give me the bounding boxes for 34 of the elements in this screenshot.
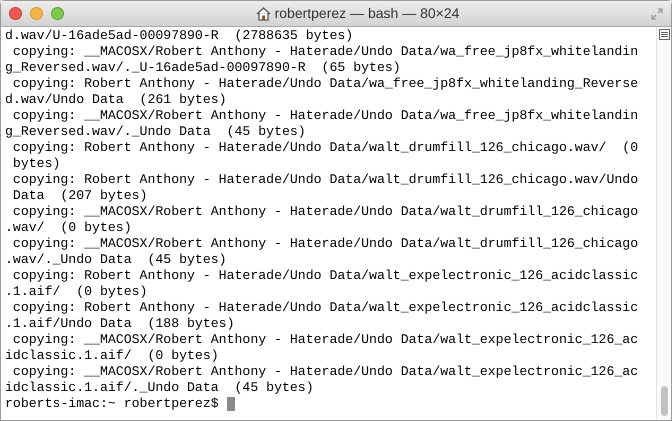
fullscreen-icon[interactable]: [651, 8, 663, 20]
output-line: copying: Robert Anthony - Haterade/Undo Data/walt_drumfill_126_chicago.wav/Undo: [12, 172, 638, 188]
shell-prompt: roberts-imac:~ robertperez$: [5, 396, 219, 412]
output-line: copying: __MACOSX/Robert Anthony - Haterade/Undo Data/walt_expelectronic_126_ac: [12, 364, 638, 380]
window-title: robertperez — bash — 80×24: [274, 4, 460, 23]
zoom-button[interactable]: [51, 7, 64, 20]
output-line: d.wav/Undo Data (261 bytes): [5, 92, 227, 108]
output-line: copying: __MACOSX/Robert Anthony - Haterade/Undo Data/wa_free_jp8fx_whitelandin: [12, 108, 638, 124]
output-line: bytes): [12, 156, 60, 172]
output-line: .1.aif/ (0 bytes): [5, 284, 148, 300]
close-button[interactable]: [9, 7, 22, 20]
scrollbar[interactable]: [656, 27, 671, 420]
output-line: .wav/._Undo Data (45 bytes): [5, 252, 227, 268]
output-line: g_Reversed.wav/._Undo Data (45 bytes): [5, 124, 306, 140]
output-line: copying: __MACOSX/Robert Anthony - Haterade/Undo Data/walt_drumfill_126_chicago: [12, 236, 638, 252]
output-line: copying: __MACOSX/Robert Anthony - Haterade/Undo Data/walt_drumfill_126_chicago: [12, 204, 638, 220]
output-line: idclassic.1.aif/._Undo Data (45 bytes): [5, 380, 314, 396]
home-icon: [256, 6, 271, 20]
output-line: g_Reversed.wav/._U-16ade5ad-00097890-R (65 bytes): [5, 60, 401, 76]
output-line: copying: __MACOSX/Robert Anthony - Haterade/Undo Data/walt_expelectronic_126_ac: [12, 332, 638, 348]
output-line: .wav/ (0 bytes): [5, 220, 132, 236]
output-line: copying: Robert Anthony - Haterade/Undo Data/walt_drumfill_126_chicago.wav/ (0: [12, 140, 638, 156]
output-line: d.wav/U-16ade5ad-00097890-R (2788635 bytes): [5, 28, 354, 44]
output-line: Data (207 bytes): [12, 188, 148, 204]
text-cursor: [226, 397, 235, 411]
output-line: .1.aif/Undo Data (188 bytes): [5, 316, 234, 332]
minimize-button[interactable]: [30, 7, 43, 20]
output-line: copying: Robert Anthony - Haterade/Undo Data/walt_expelectronic_126_acidclassic: [12, 300, 638, 316]
output-line: copying: Robert Anthony - Haterade/Undo Data/walt_expelectronic_126_acidclassic: [12, 268, 638, 284]
scrollbar-thumb[interactable]: [660, 386, 668, 416]
output-line: idclassic.1.aif/ (0 bytes): [5, 348, 219, 364]
output-line: copying: __MACOSX/Robert Anthony - Haterade/Undo Data/wa_free_jp8fx_whitelandin: [12, 44, 638, 60]
split-pane-icon[interactable]: [658, 29, 670, 40]
output-line: copying: Robert Anthony - Haterade/Undo Data/wa_free_jp8fx_whitelanding_Reverse: [12, 76, 638, 92]
